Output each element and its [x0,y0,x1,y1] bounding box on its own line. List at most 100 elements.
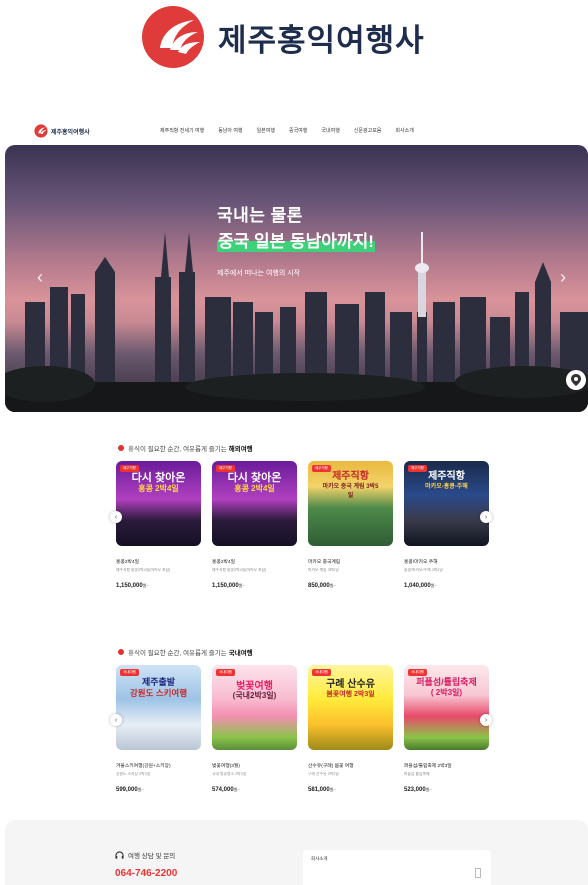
company-info-label: 회사소개 [311,856,328,861]
product-name: 홍콩2박4일 [212,560,235,565]
hero-banner[interactable]: 국내는 물론 중국 일본 동남아까지! 제주에서 떠나는 여행의 시작 ‹ › [5,145,588,412]
city-skyline-image [5,232,588,412]
price-value: 581,000 [308,787,330,793]
contact-phone[interactable]: 064-746-2200 [115,868,177,879]
product-card[interactable]: 제주직항 제주직항 마카오-홍콩-주해 홍콩/마카오 주해 홍콩/마카오/주해 … [404,461,489,589]
thumb-headline: 구례 산수유 [326,679,375,690]
product-name: 마카오 중국계림 [308,560,341,565]
thumb-headline: 제주직항 [332,471,369,482]
product-price: 574,000원~ [212,787,297,793]
product-card[interactable]: 국내여행 제주출발 강원도 스키여행 겨울스키여행(강원+스키장) 강원도 스키… [116,665,201,793]
contact-footer: 여행 상담 및 문의 064-746-2200 회사소개 [5,820,588,885]
product-desc: 홍콩/마카오/주해 3박4일 [404,568,443,572]
hero-headline-line1: 국내는 물론 [217,206,303,225]
overseas-card-list: 제주직항 다시 찾아온 홍콩 2박4일 홍콩2박4일 제주직항 홍콩2박4일(마… [116,461,492,589]
price-unit: 원~ [329,583,336,588]
thumb-headline2: 홍콩 2박4일 [234,484,275,493]
price-value: 523,000 [404,787,426,793]
domestic-section-title: 휴식이 필요한 순간, 여유롭게 즐기는 국내여행 [118,647,253,657]
product-desc: 국내 벚꽃명소 2박3일 [212,772,247,776]
thumb-headline2: 강원도 스키여행 [129,688,188,698]
brand-logo-small[interactable]: 제주홍익여행사 [34,124,90,138]
nav-item-china[interactable]: 중국여행 [289,127,307,134]
thumb-headline2: 마카오-홍콩-주해 [425,484,468,490]
brand-logo-large[interactable]: 제주홍익여행사 [140,4,425,70]
domestic-prev-chevron-left-icon[interactable]: ‹ [110,714,122,726]
thumb-headline: 제주직항 [428,471,465,482]
overseas-section-title: 휴식이 필요한 순간, 여유롭게 즐기는 해외여행 [118,443,253,453]
price-unit: 원~ [238,583,245,588]
overseas-prev-chevron-left-icon[interactable]: ‹ [110,511,122,523]
domestic-title-prefix: 휴식이 필요한 순간, 여유롭게 즐기는 [128,650,227,657]
location-pin-icon[interactable] [566,370,586,390]
product-thumbnail: 국내여행 벚꽃여행 (국내2박3일) [212,665,297,750]
overseas-title-prefix: 휴식이 필요한 순간, 여유롭게 즐기는 [128,446,227,453]
product-name: 겨울스키여행(강원+스키장) [116,764,171,769]
company-info-box: 회사소개 [303,850,491,885]
price-unit: 원~ [142,583,149,588]
brand-logo-small-icon [34,124,48,138]
product-thumbnail: 제주직항 제주직항 마카오-홍콩-주해 [404,461,489,546]
product-card[interactable]: 국내여행 벚꽃여행 (국내2박3일) 벚꽃여행(3월) 국내 벚꽃명소 2박3일… [212,665,297,793]
thumb-headline2: 홍콩 2박4일 [138,484,179,493]
nav-item-charter[interactable]: 제주직항 전세기 여행 [160,127,204,134]
nav-item-southeast-asia[interactable]: 동남아 여행 [218,127,242,134]
product-card[interactable]: 제주직항 다시 찾아온 홍콩 2박4일 홍콩2박4일 제주직항 홍콩2박4일(마… [212,461,297,589]
product-tag: 국내여행 [216,669,235,676]
price-value: 574,000 [212,787,234,793]
nav-item-newspaper-ads[interactable]: 신문광고모음 [354,127,382,134]
product-name: 산수유(구례) 봄꽃 여행 [308,764,354,769]
page: 제주홍익여행사 제주홍익여행사 제주직항 전세기 여행 동남아 여행 일본여행 … [0,0,588,885]
product-price: 523,000원~ [404,787,489,793]
product-desc: 제주직항 홍콩2박4일(마카오 포함) [212,568,267,572]
product-thumbnail: 제주직항 다시 찾아온 홍콩 2박4일 [116,461,201,546]
product-thumbnail: 제주직항 제주직항 마카오 중국 계림 3박5일 [308,461,393,546]
hero-prev-chevron-left-icon[interactable]: ‹ [37,267,43,288]
section-bullet-icon [118,445,124,451]
price-unit: 원~ [233,787,240,792]
overseas-title-bold: 해외여행 [228,446,253,453]
price-value: 599,000 [116,787,138,793]
product-card[interactable]: 국내여행 퍼플섬/튤립축제 ( 2박3일) 퍼플섬/튤립축제 2박3일 퍼플섬 … [404,665,489,793]
product-price: 1,040,000원~ [404,583,489,589]
price-unit: 원~ [137,787,144,792]
product-card[interactable]: 국내여행 구례 산수유 봄꽃여행 2박3일 산수유(구례) 봄꽃 여행 구례 산… [308,665,393,793]
nav-menu: 제주직항 전세기 여행 동남아 여행 일본여행 중국여행 국내여행 신문광고모음… [160,127,428,134]
product-desc: 퍼플섬 튤립축제 [404,772,430,776]
thumb-headline2: ( 2박3일) [430,688,463,697]
product-name: 벚꽃여행(3월) [212,764,240,769]
contact-label-text: 여행 상담 및 문의 [128,853,176,860]
brand-name-large: 제주홍익여행사 [218,22,425,59]
product-price: 850,000원~ [308,583,393,589]
domestic-next-chevron-right-icon[interactable]: › [480,714,492,726]
product-card[interactable]: 제주직항 제주직항 마카오 중국 계림 3박5일 마카오 중국계림 마카오 계림… [308,461,393,589]
nav-item-japan[interactable]: 일본여행 [257,127,275,134]
hero-subtitle: 제주에서 떠나는 여행의 시작 [217,270,301,277]
nav-item-domestic[interactable]: 국내여행 [321,127,339,134]
nav-item-about[interactable]: 회사소개 [395,127,413,134]
top-nav: 제주홍익여행사 제주직항 전세기 여행 동남아 여행 일본여행 중국여행 국내여… [0,120,588,142]
price-unit: 원~ [430,583,437,588]
hero-headline-line2: 중국 일본 동남아까지! [217,227,375,252]
price-value: 1,040,000 [404,583,431,589]
product-desc: 강원도 스키장 2박3일 [116,772,151,776]
price-value: 1,150,000 [116,583,143,589]
thumb-headline2: 봄꽃여행 2박3일 [326,691,375,698]
product-card[interactable]: 제주직항 다시 찾아온 홍콩 2박4일 홍콩2박4일 제주직항 홍콩2박4일(마… [116,461,201,589]
headset-icon [115,850,124,859]
product-desc: 마카오 계림 3박5일 [308,568,339,572]
product-price: 1,150,000원~ [212,583,297,589]
brand-logo-icon [142,6,204,68]
product-name: 홍콩2박4일 [116,560,139,565]
contact-label: 여행 상담 및 문의 [115,850,175,860]
thumb-headline2: 마카오 중국 계림 3박5일 [322,484,379,499]
price-unit: 원~ [329,787,336,792]
hero-next-chevron-right-icon[interactable]: › [560,267,566,288]
product-thumbnail: 국내여행 퍼플섬/튤립축제 ( 2박3일) [404,665,489,750]
scrollbar[interactable] [475,868,481,878]
price-unit: 원~ [425,787,432,792]
overseas-next-chevron-right-icon[interactable]: › [480,511,492,523]
domestic-title-bold: 국내여행 [228,650,253,657]
brand-name-small: 제주홍익여행사 [51,129,90,136]
product-desc: 구례 산수유 2박3일 [308,772,339,776]
